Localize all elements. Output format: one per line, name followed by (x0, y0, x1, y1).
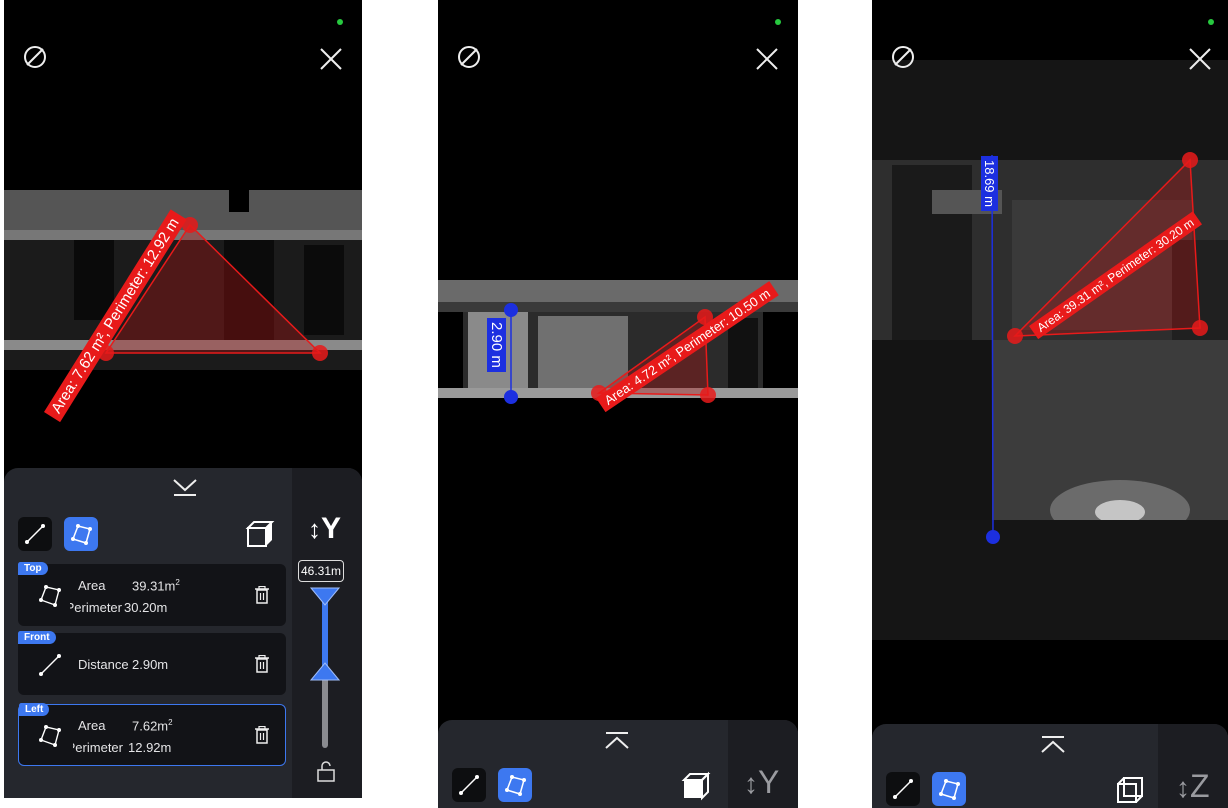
screen-3-side-view: 18.69 m Area: 39.31 m², Perimeter: 30.20… (872, 0, 1228, 808)
slider-lower-handle[interactable] (310, 661, 340, 681)
status-dot (337, 19, 343, 25)
distance-measure-label: 2.90 m (487, 318, 506, 372)
measurement-card-left[interactable]: Left Area 7.62m2 Perimeter 12.92m (18, 703, 286, 766)
card-row2-value: 30.20m (124, 600, 168, 615)
polygon-tool-icon (39, 725, 61, 747)
rotate-icon[interactable] (888, 42, 918, 72)
line-tool-icon (39, 654, 61, 676)
screen-1-plan-view: Area: 7.62 m², Perimeter: 12.92 m ↕Y 46.… (4, 0, 362, 798)
axis-indicator[interactable]: ↕Y (308, 512, 341, 546)
status-dot (775, 19, 781, 25)
chevron-down-icon[interactable] (170, 476, 200, 498)
vertex-handle[interactable] (1007, 328, 1023, 344)
distance-line[interactable] (991, 154, 994, 538)
vertex-handle[interactable] (1192, 320, 1208, 336)
close-icon[interactable] (1185, 44, 1215, 74)
line-tool-button[interactable] (452, 768, 486, 802)
line-tool-button[interactable] (886, 772, 920, 806)
polygon-tool-icon (39, 585, 61, 607)
card-tag: Left (19, 703, 50, 716)
card-row1-label: Area (78, 718, 106, 733)
trash-icon[interactable] (254, 655, 270, 673)
screen-2-front-view: 2.90 m Area: 4.72 m², Perimeter: 10.50 m… (438, 0, 798, 808)
measurement-card-front[interactable]: Front Distance 2.90m (18, 631, 286, 695)
card-row1-value: 39.31m2 (132, 578, 180, 594)
line-tool-icon (459, 775, 479, 795)
vertex-handle[interactable] (312, 345, 328, 361)
polygon-tool-icon (939, 779, 960, 800)
polygon-tool-button[interactable] (64, 517, 98, 551)
vertex-handle[interactable] (1182, 152, 1198, 168)
cube-icon[interactable] (680, 770, 712, 802)
status-dot (1208, 19, 1214, 25)
vertex-handle[interactable] (504, 390, 518, 404)
unlock-icon[interactable] (316, 760, 336, 782)
vertex-handle[interactable] (700, 387, 716, 403)
cube-icon[interactable] (1114, 774, 1146, 806)
rotate-icon[interactable] (454, 42, 484, 72)
line-tool-icon (893, 779, 913, 799)
height-value: 46.31m (298, 560, 344, 582)
trash-icon[interactable] (254, 586, 270, 604)
polygon-tool-icon (505, 775, 526, 796)
line-tool-button[interactable] (18, 517, 52, 551)
card-row1-value: 2.90m (132, 657, 169, 672)
measurement-card-top[interactable]: Top Area 39.31m2 Perimeter 30.20m (18, 562, 286, 626)
distance-measure-label: 18.69 m (981, 156, 998, 211)
polygon-tool-button[interactable] (932, 772, 966, 806)
card-tag: Front (18, 631, 56, 644)
card-row1-label: Area (78, 578, 106, 593)
chevron-up-icon[interactable] (1038, 734, 1068, 756)
rotate-icon[interactable] (20, 42, 50, 72)
card-row1-value: 7.62m2 (132, 718, 173, 734)
card-row2-label: Perimeter (73, 740, 123, 755)
vertex-handle[interactable] (504, 303, 518, 317)
chevron-up-icon[interactable] (602, 730, 632, 752)
axis-indicator[interactable]: ↕Z (1176, 768, 1210, 805)
line-tool-icon (25, 524, 45, 544)
trash-icon[interactable] (254, 726, 270, 744)
cube-icon[interactable] (244, 518, 276, 550)
close-icon[interactable] (752, 44, 782, 74)
card-tag: Top (18, 562, 48, 575)
polygon-tool-button[interactable] (498, 768, 532, 802)
polygon-tool-icon (71, 524, 92, 545)
card-row2-label: Perimeter (70, 600, 122, 615)
point-cloud-view[interactable] (438, 0, 798, 808)
axis-indicator[interactable]: ↕Y (744, 764, 779, 801)
close-icon[interactable] (316, 44, 346, 74)
slider-upper-handle[interactable] (310, 587, 340, 607)
vertex-handle[interactable] (986, 530, 1000, 544)
card-row1-label: Distance (78, 657, 129, 672)
card-row2-value: 12.92m (128, 740, 172, 755)
point-cloud-view[interactable] (872, 0, 1228, 808)
